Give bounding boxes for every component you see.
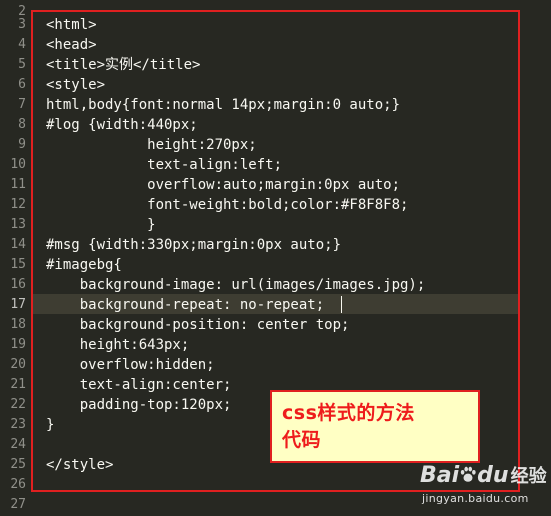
line-number: 8 (18, 117, 26, 132)
line-number: 10 (10, 157, 26, 172)
line-number: 11 (10, 177, 26, 192)
watermark-url: jingyan.baidu.com (422, 492, 529, 505)
line-number: 4 (18, 37, 26, 52)
line-number: 5 (18, 57, 26, 72)
line-number: 6 (18, 77, 26, 92)
line-number: 14 (10, 237, 26, 252)
baidu-logo: Bai du 经验 (420, 462, 547, 488)
jingyan-label: 经验 (510, 466, 547, 487)
line-number: 12 (10, 197, 26, 212)
baidu-jingyan-watermark: Bai du 经验 jingyan.baidu.com (420, 462, 548, 512)
callout-line-2: 代码 (282, 429, 322, 451)
line-number: 22 (10, 397, 26, 412)
line-number: 3 (18, 17, 26, 32)
line-number-active: 17 (10, 297, 26, 312)
line-number: 9 (18, 137, 26, 152)
line-number: 13 (10, 217, 26, 232)
line-number: 21 (10, 377, 26, 392)
code-editor[interactable]: 2 3 4 5 6 7 8 9 10 11 12 13 14 15 16 17 … (0, 0, 551, 516)
line-number-gutter: 2 3 4 5 6 7 8 9 10 11 12 13 14 15 16 17 … (0, 0, 32, 516)
line-number: 18 (10, 317, 26, 332)
annotation-callout: css样式的方法 代码 (270, 390, 480, 463)
line-number: 16 (10, 277, 26, 292)
line-number: 27 (10, 497, 26, 512)
paw-icon (460, 466, 476, 482)
line-number: 19 (10, 337, 26, 352)
line-number: 25 (10, 457, 26, 472)
line-number: 23 (10, 417, 26, 432)
line-number: 15 (10, 257, 26, 272)
line-number: 26 (10, 477, 26, 492)
line-number: 20 (10, 357, 26, 372)
baidu-logo-text: Bai (420, 463, 460, 488)
line-number: 7 (18, 97, 26, 112)
baidu-logo-suffix: du (477, 463, 509, 488)
line-number: 24 (10, 437, 26, 452)
callout-line-1: css样式的方法 (282, 402, 415, 424)
